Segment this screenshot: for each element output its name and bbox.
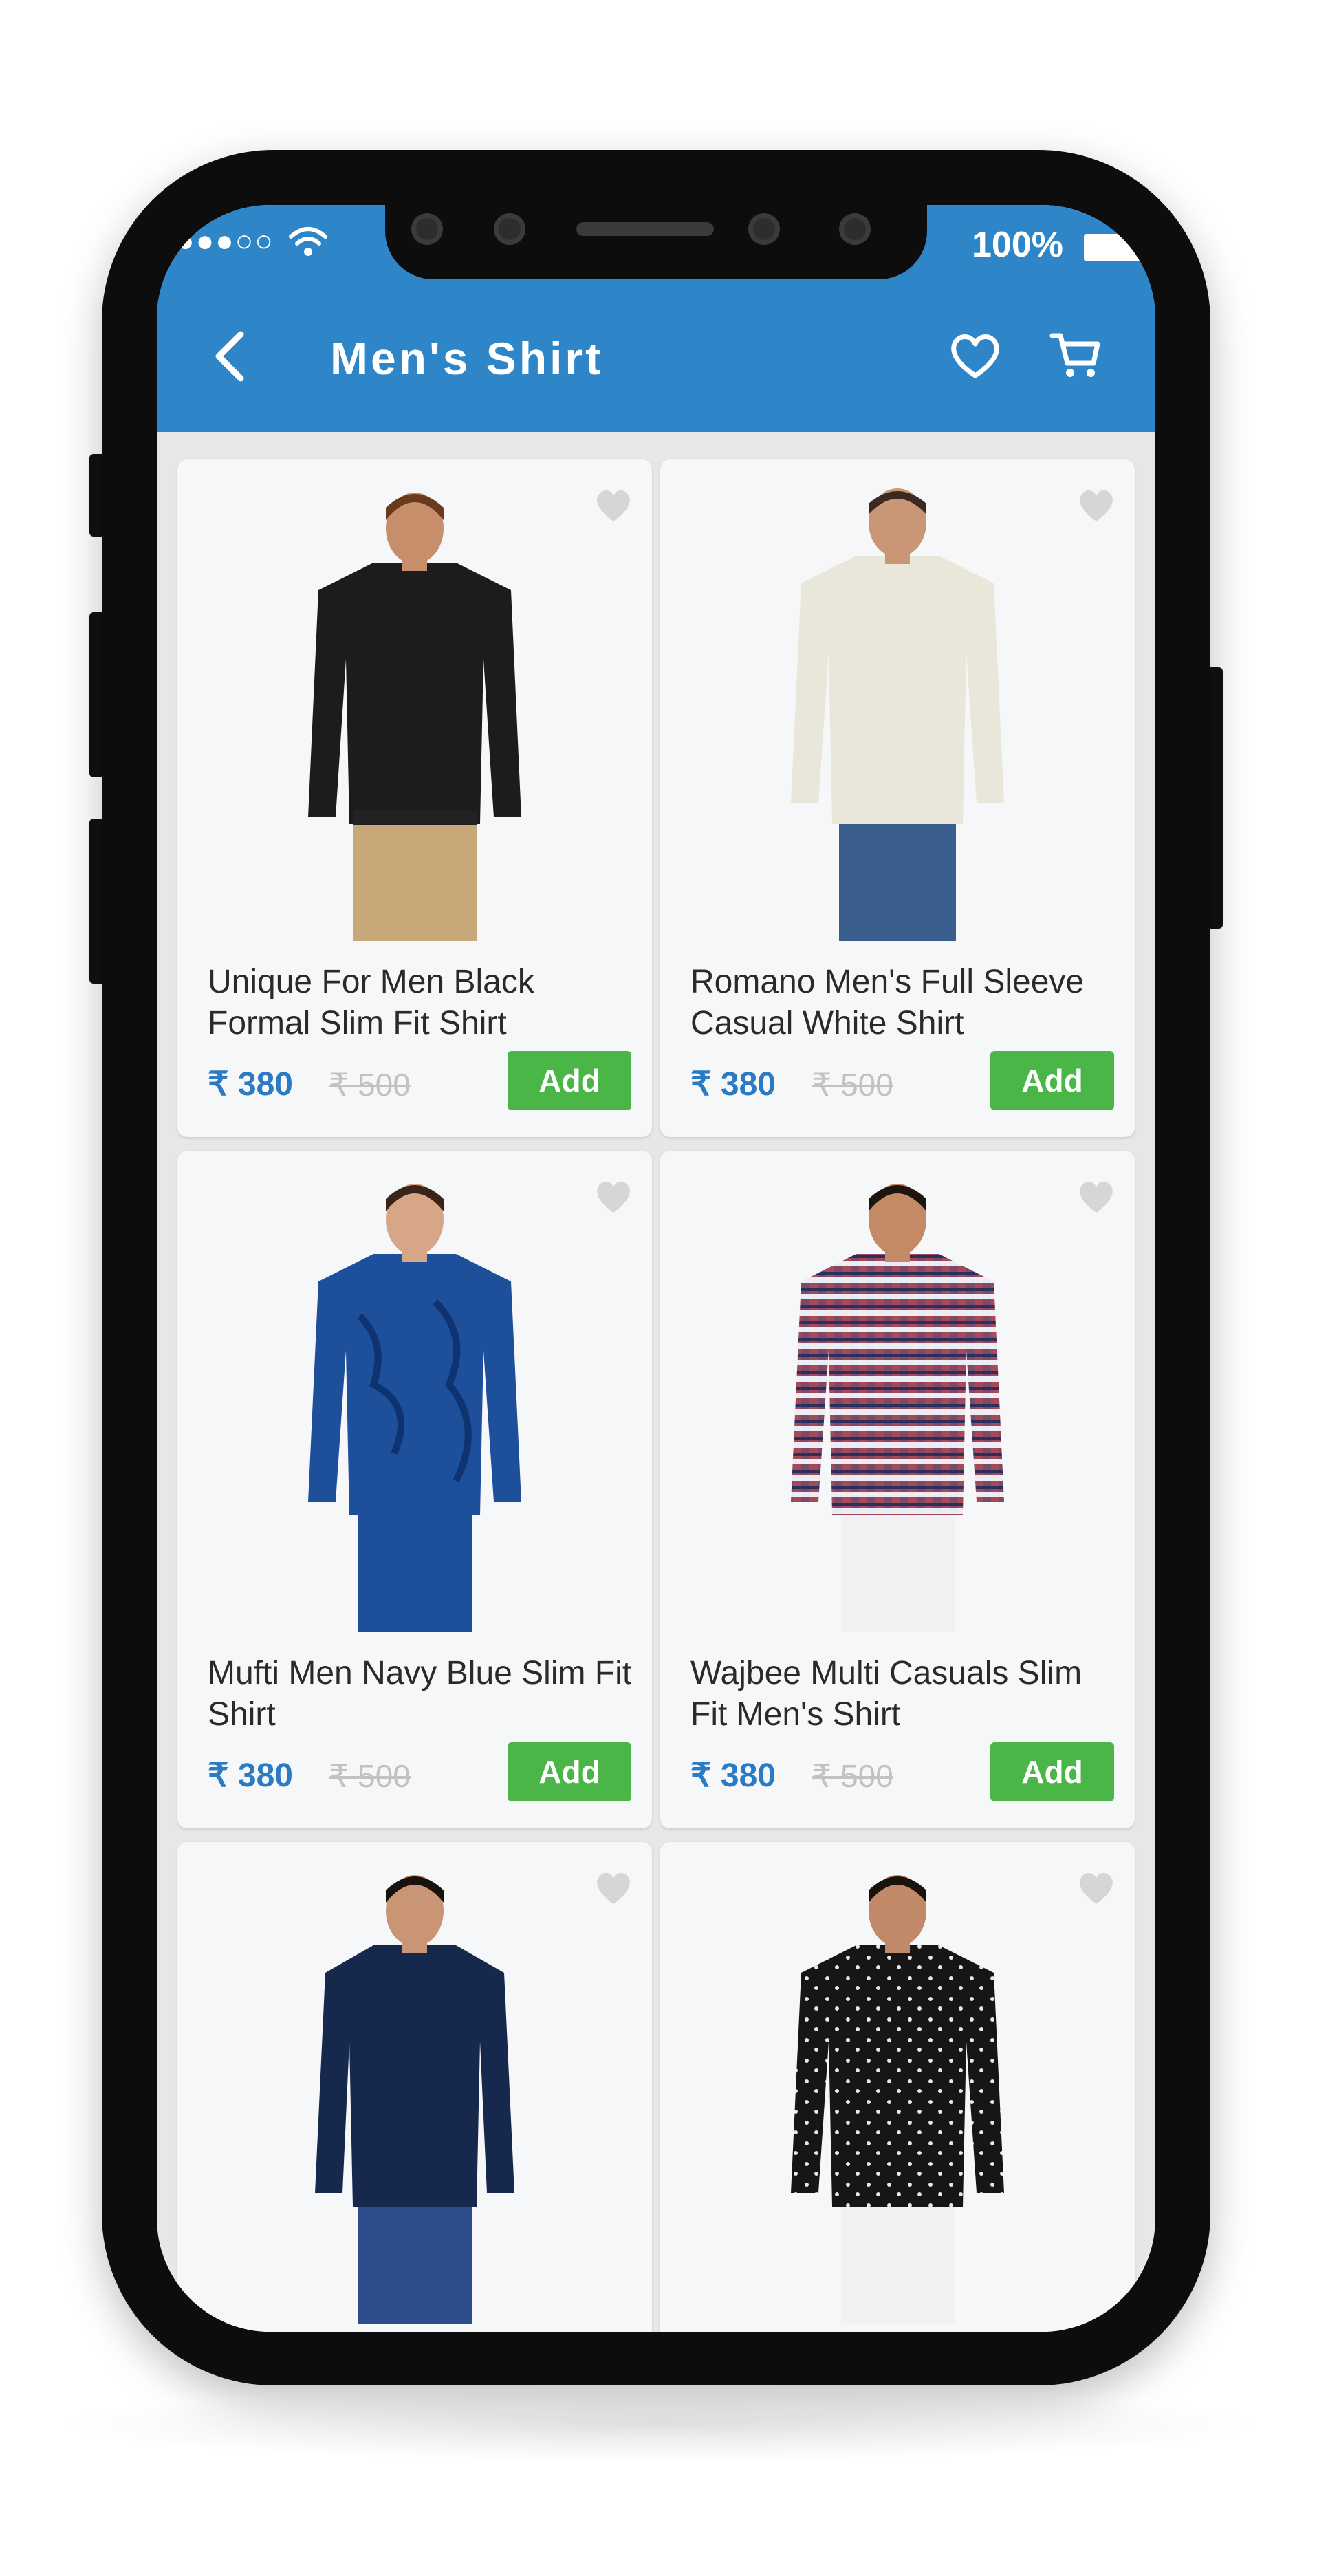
product-image[interactable] xyxy=(277,487,552,941)
cart-icon[interactable] xyxy=(1048,329,1103,384)
product-pants xyxy=(839,810,956,941)
product-card[interactable]: Wajbee Multi Casuals Slim Fit Men's Shir… xyxy=(660,1151,1135,1828)
product-image[interactable] xyxy=(277,1178,552,1632)
product-shirt xyxy=(308,563,521,824)
product-card[interactable] xyxy=(177,1842,652,2332)
product-pants xyxy=(353,810,477,941)
front-camera-icon xyxy=(748,213,780,245)
product-pants xyxy=(841,2193,955,2324)
app-header: ●●●○○ 100% Men's Shirt xyxy=(157,205,1155,432)
product-shirt xyxy=(315,1945,514,2207)
product-shirt xyxy=(791,1254,1004,1515)
product-name[interactable]: Romano Men's Full Sleeve Casual White Sh… xyxy=(690,962,1117,1044)
product-pants xyxy=(841,1502,955,1632)
heart-icon[interactable] xyxy=(1077,1178,1115,1214)
product-price: ₹ 380 xyxy=(208,1757,293,1794)
heart-icon[interactable] xyxy=(594,487,633,523)
earpiece-speaker xyxy=(576,222,714,236)
sensor-icon xyxy=(411,213,443,245)
product-original-price: ₹ 500 xyxy=(812,1067,893,1103)
add-to-cart-button[interactable]: Add xyxy=(990,1742,1114,1801)
heart-icon[interactable] xyxy=(1077,487,1115,523)
product-card[interactable]: Unique For Men Black Formal Slim Fit Shi… xyxy=(177,459,652,1137)
product-shirt xyxy=(791,556,1004,824)
product-original-price: ₹ 500 xyxy=(329,1758,411,1794)
phone-shadow xyxy=(48,2387,1272,2463)
product-original-price: ₹ 500 xyxy=(329,1067,411,1103)
product-name[interactable]: Wajbee Multi Casuals Slim Fit Men's Shir… xyxy=(690,1653,1117,1735)
product-shirt xyxy=(791,1945,1004,2207)
add-to-cart-button[interactable]: Add xyxy=(990,1051,1114,1110)
page-title: Men's Shirt xyxy=(330,333,604,384)
product-price: ₹ 380 xyxy=(208,1066,293,1103)
camera-notch xyxy=(385,205,927,279)
product-name[interactable]: Mufti Men Navy Blue Slim Fit Shirt xyxy=(208,1653,634,1735)
wishlist-heart-icon[interactable] xyxy=(948,329,1003,384)
product-image[interactable] xyxy=(277,1870,552,2324)
product-price: ₹ 380 xyxy=(690,1066,776,1103)
product-original-price: ₹ 500 xyxy=(812,1758,893,1794)
battery-icon xyxy=(1084,234,1153,261)
product-image[interactable] xyxy=(760,1870,1035,2324)
product-name[interactable]: Unique For Men Black Formal Slim Fit Shi… xyxy=(208,962,634,1044)
phone-screen: ●●●○○ 100% Men's Shirt Unique For Men Bl… xyxy=(157,205,1155,2332)
add-to-cart-button[interactable]: Add xyxy=(508,1051,631,1110)
signal-indicator: ●●●○○ xyxy=(176,224,274,258)
sensor-icon xyxy=(494,213,525,245)
add-to-cart-button[interactable]: Add xyxy=(508,1742,631,1801)
product-shirt xyxy=(308,1254,521,1515)
sensor-icon xyxy=(839,213,871,245)
product-pants xyxy=(358,2193,472,2324)
back-button[interactable] xyxy=(206,329,254,384)
product-pants xyxy=(358,1502,472,1632)
heart-icon[interactable] xyxy=(594,1178,633,1214)
product-card[interactable] xyxy=(660,1842,1135,2332)
heart-icon[interactable] xyxy=(594,1870,633,1905)
product-card[interactable]: Romano Men's Full Sleeve Casual White Sh… xyxy=(660,459,1135,1137)
battery-percentage: 100% xyxy=(972,225,1063,265)
heart-icon[interactable] xyxy=(1077,1870,1115,1905)
product-image[interactable] xyxy=(760,1178,1035,1632)
wifi-icon xyxy=(289,227,327,256)
product-image[interactable] xyxy=(760,487,1035,941)
product-card[interactable]: Mufti Men Navy Blue Slim Fit Shirt ₹ 380… xyxy=(177,1151,652,1828)
product-price: ₹ 380 xyxy=(690,1757,776,1794)
